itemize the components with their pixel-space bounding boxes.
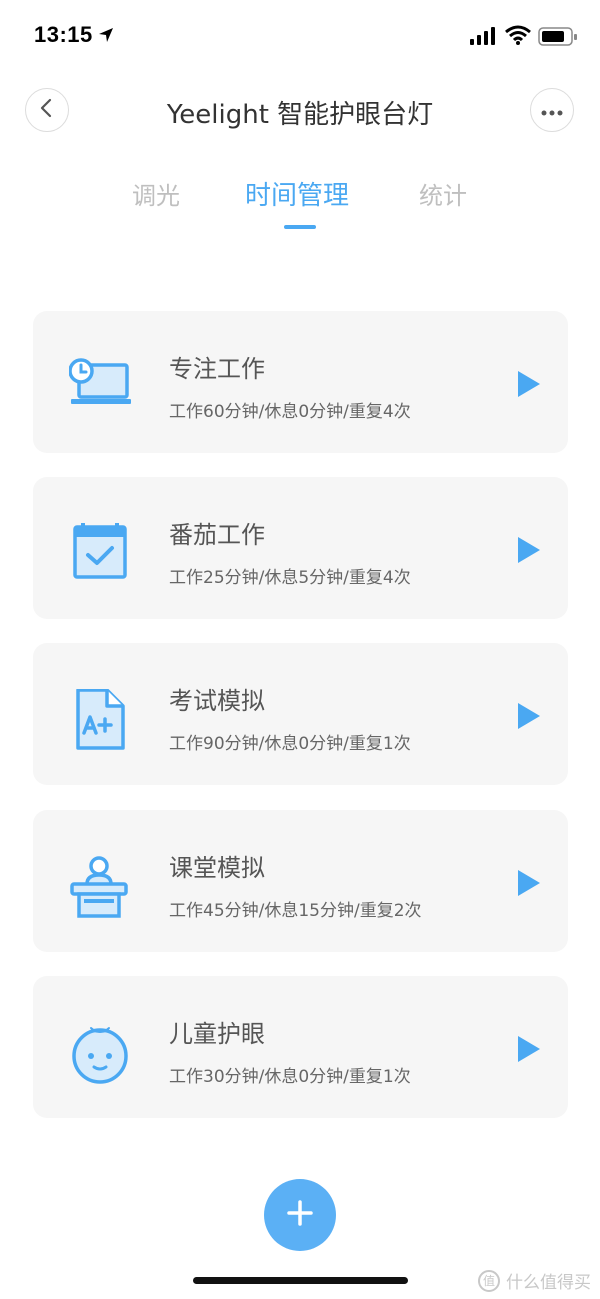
play-icon[interactable] <box>518 537 540 567</box>
mode-card-focus-work[interactable]: 专注工作 工作60分钟/休息0分钟/重复4次 <box>33 311 568 453</box>
wifi-icon <box>505 25 531 49</box>
tab-active-indicator <box>284 225 316 229</box>
mode-description: 工作25分钟/休息5分钟/重复4次 <box>169 568 411 588</box>
calendar-check-icon <box>69 521 131 585</box>
mode-description: 工作90分钟/休息0分钟/重复1次 <box>169 734 411 754</box>
mode-description: 工作60分钟/休息0分钟/重复4次 <box>169 402 411 422</box>
laptop-clock-icon <box>68 357 131 419</box>
mode-card-child-eye-care[interactable]: 儿童护眼 工作30分钟/休息0分钟/重复1次 <box>33 976 568 1118</box>
play-icon[interactable] <box>518 870 540 900</box>
teacher-podium-icon <box>69 856 131 918</box>
plus-icon <box>287 1200 313 1230</box>
baby-face-icon <box>69 1022 131 1084</box>
page-title: Yeelight 智能护眼台灯 <box>166 100 434 130</box>
play-icon[interactable] <box>518 703 540 733</box>
more-button[interactable] <box>530 88 574 132</box>
mode-description: 工作45分钟/休息15分钟/重复2次 <box>169 901 422 921</box>
watermark: 值 什么值得买 <box>478 1268 591 1293</box>
tab-dimming[interactable]: 调光 <box>132 176 180 211</box>
exam-paper-icon <box>69 688 131 751</box>
mode-name: 考试模拟 <box>169 687 265 715</box>
more-dots-icon <box>541 101 563 120</box>
mode-name: 专注工作 <box>169 355 265 383</box>
add-mode-button[interactable] <box>264 1179 336 1251</box>
signal-icon <box>470 27 496 49</box>
tab-statistics[interactable]: 统计 <box>419 176 467 211</box>
tab-time-management[interactable]: 时间管理 <box>245 175 349 212</box>
watermark-logo-icon: 值 <box>478 1269 500 1292</box>
play-icon[interactable] <box>518 371 540 401</box>
mode-name: 课堂模拟 <box>169 854 265 882</box>
status-time: 13:15 <box>34 22 93 47</box>
status-bar: 13:15 <box>0 0 600 70</box>
watermark-text: 什么值得买 <box>506 1273 591 1293</box>
location-arrow-icon <box>98 27 114 47</box>
mode-name: 番茄工作 <box>169 521 265 549</box>
tab-bar: 调光 时间管理 统计 <box>0 172 600 232</box>
nav-header: Yeelight 智能护眼台灯 <box>0 80 600 140</box>
mode-name: 儿童护眼 <box>169 1020 265 1048</box>
mode-description: 工作30分钟/休息0分钟/重复1次 <box>169 1067 411 1087</box>
battery-icon <box>538 27 578 51</box>
play-icon[interactable] <box>518 1036 540 1066</box>
mode-card-pomodoro[interactable]: 番茄工作 工作25分钟/休息5分钟/重复4次 <box>33 477 568 619</box>
mode-card-classroom-simulation[interactable]: 课堂模拟 工作45分钟/休息15分钟/重复2次 <box>33 810 568 952</box>
home-indicator[interactable] <box>193 1277 408 1284</box>
mode-card-exam-simulation[interactable]: 考试模拟 工作90分钟/休息0分钟/重复1次 <box>33 643 568 785</box>
